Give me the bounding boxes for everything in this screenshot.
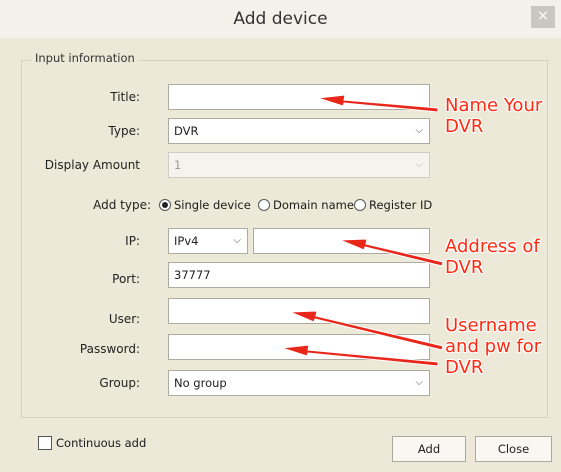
arrow-ip: [339, 238, 444, 267]
annotation-address: Address of DVR: [445, 236, 540, 278]
arrow-password: [281, 344, 439, 367]
annotation-name-line1: Name Your: [445, 95, 543, 116]
annotation-credentials-line1: Username: [445, 315, 537, 336]
arrow-user: [289, 310, 444, 351]
annotation-credentials-line3: DVR: [445, 357, 484, 378]
annotation-name: Name Your DVR: [445, 95, 542, 137]
annotation-name-line2: DVR: [445, 116, 484, 137]
annotation-address-line1: Address of: [445, 236, 540, 257]
arrow-title: [317, 94, 439, 113]
annotation-credentials-line2: and pw for: [445, 336, 542, 357]
annotation-address-line2: DVR: [445, 257, 484, 278]
annotation-credentials: Username and pw for DVR: [445, 315, 541, 378]
